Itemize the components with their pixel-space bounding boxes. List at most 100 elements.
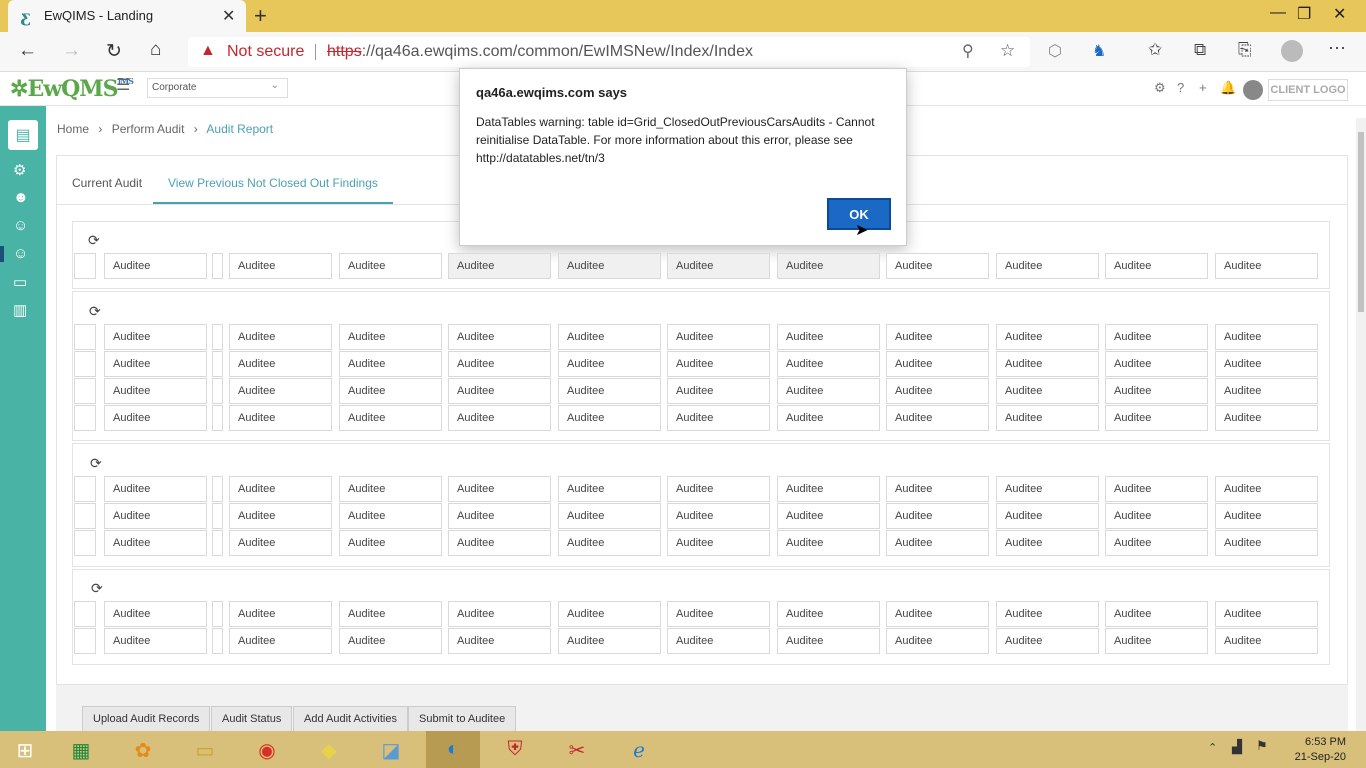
row-select-cell[interactable] [74, 530, 96, 556]
table-cell[interactable]: Auditee [558, 476, 661, 502]
forward-icon[interactable]: → [62, 40, 81, 62]
table-cell[interactable]: Auditee [777, 378, 880, 404]
upload-audit-records-button[interactable]: Upload Audit Records [82, 706, 211, 731]
table-cell[interactable]: Auditee [339, 378, 442, 404]
table-cell[interactable]: Auditee [777, 476, 880, 502]
sticky-notes-icon[interactable]: ◆ [304, 733, 354, 766]
table-cell[interactable]: Auditee [1215, 324, 1318, 350]
table-cell[interactable]: Auditee [777, 405, 880, 431]
table-cell[interactable]: Auditee [1105, 351, 1208, 377]
table-cell[interactable]: Auditee [1215, 530, 1318, 556]
settings-gear-icon[interactable]: ⚙ [1154, 80, 1166, 96]
internet-explorer-icon[interactable]: ℯ [614, 733, 664, 766]
table-cell[interactable]: Auditee [558, 503, 661, 529]
table-cell[interactable]: Auditee [558, 324, 661, 350]
table-cell[interactable]: Auditee [448, 476, 551, 502]
url-text[interactable]: https://qa46a.ewqims.com/common/EwIMSNew… [327, 43, 753, 61]
page-scrollbar[interactable] [1356, 118, 1366, 731]
action-center-flag-icon[interactable]: ⚑ [1256, 738, 1268, 754]
table-cell[interactable]: Auditee [448, 253, 551, 279]
table-cell[interactable]: Auditee [1215, 476, 1318, 502]
table-cell[interactable]: Auditee [667, 378, 770, 404]
table-cell[interactable]: Auditee [448, 324, 551, 350]
antivirus-shield-icon[interactable]: ⛨ [490, 733, 540, 766]
help-icon[interactable]: ? [1177, 80, 1184, 95]
submit-to-auditee-button[interactable]: Submit to Auditee [408, 706, 517, 731]
table-cell[interactable]: Auditee [339, 601, 442, 627]
row-select-cell[interactable] [74, 503, 96, 529]
table-cell[interactable]: Auditee [558, 628, 661, 654]
table-cell[interactable]: Auditee [667, 324, 770, 350]
table-cell[interactable]: Auditee [339, 405, 442, 431]
table-cell[interactable]: Auditee [886, 530, 989, 556]
restore-button[interactable]: ❐ [1297, 4, 1311, 24]
table-cell[interactable]: Auditee [229, 378, 332, 404]
row-select-cell[interactable] [74, 628, 96, 654]
table-cell[interactable]: Auditee [1105, 405, 1208, 431]
table-cell[interactable]: Auditee [558, 601, 661, 627]
table-cell[interactable]: Auditee [667, 405, 770, 431]
row-select-cell[interactable] [74, 351, 96, 377]
notification-bell-icon[interactable]: 🔔 [1220, 80, 1236, 96]
table-cell[interactable]: Auditee [777, 628, 880, 654]
table-cell[interactable]: Auditee [229, 351, 332, 377]
snipping-tool-icon[interactable]: ✂ [552, 733, 602, 766]
table-cell[interactable]: Auditee [996, 405, 1099, 431]
table-cell[interactable]: Auditee [448, 351, 551, 377]
grid-refresh-icon[interactable]: ⟳ [88, 232, 100, 249]
zoom-icon[interactable]: ⚲ [962, 41, 974, 61]
grid-refresh-icon[interactable]: ⟳ [89, 303, 101, 320]
warning-icon[interactable]: ▲ [200, 42, 216, 60]
table-cell[interactable]: Auditee [996, 601, 1099, 627]
table-cell[interactable]: Auditee [777, 351, 880, 377]
table-cell[interactable]: Auditee [104, 405, 207, 431]
tab-current-audit[interactable]: Current Audit [72, 176, 142, 190]
table-cell[interactable]: Auditee [1105, 628, 1208, 654]
row-select-cell[interactable] [74, 405, 96, 431]
row-select-cell[interactable] [74, 378, 96, 404]
windows-start-icon[interactable]: ⊞ [0, 733, 50, 766]
sidebar-user-check-icon[interactable]: ☺ [13, 245, 28, 262]
table-cell[interactable]: Auditee [229, 601, 332, 627]
network-signal-icon[interactable]: ▟ [1232, 739, 1242, 755]
scrollbar-thumb[interactable] [1358, 132, 1364, 312]
profile-avatar[interactable] [1281, 40, 1303, 62]
table-cell[interactable]: Auditee [104, 503, 207, 529]
table-cell[interactable]: Auditee [339, 530, 442, 556]
table-cell[interactable]: Auditee [886, 628, 989, 654]
table-cell[interactable]: Auditee [886, 405, 989, 431]
table-cell[interactable]: Auditee [667, 351, 770, 377]
table-cell[interactable]: Auditee [448, 405, 551, 431]
grid-refresh-icon[interactable]: ⟳ [90, 455, 102, 472]
table-cell[interactable]: Auditee [1105, 378, 1208, 404]
collections-icon[interactable]: ⧉ [1194, 40, 1206, 60]
table-cell[interactable]: Auditee [1215, 351, 1318, 377]
table-cell[interactable]: Auditee [104, 628, 207, 654]
flower-app-icon[interactable]: ✿ [118, 733, 168, 766]
table-cell[interactable]: Auditee [777, 503, 880, 529]
row-select-cell[interactable] [74, 324, 96, 350]
tablet-app-icon[interactable]: ◪ [366, 733, 416, 766]
row-select-cell[interactable] [74, 476, 96, 502]
table-cell[interactable]: Auditee [104, 378, 207, 404]
table-cell[interactable]: Auditee [1105, 601, 1208, 627]
table-cell[interactable]: Auditee [996, 503, 1099, 529]
audit-status-button[interactable]: Audit Status [211, 706, 293, 731]
extension-office-icon[interactable]: ⬡ [1048, 41, 1062, 61]
table-cell[interactable]: Auditee [229, 628, 332, 654]
table-cell[interactable]: Auditee [339, 503, 442, 529]
home-icon[interactable]: ⌂ [150, 39, 161, 61]
table-cell[interactable]: Auditee [339, 476, 442, 502]
not-secure-label[interactable]: Not secure [227, 43, 304, 61]
table-cell[interactable]: Auditee [558, 351, 661, 377]
add-icon[interactable]: + [1199, 80, 1207, 95]
table-cell[interactable]: Auditee [667, 253, 770, 279]
table-cell[interactable]: Auditee [1215, 628, 1318, 654]
table-cell[interactable]: Auditee [558, 405, 661, 431]
sidebar-settings-icon[interactable]: ⚙ [13, 161, 26, 179]
back-icon[interactable]: ← [18, 40, 37, 62]
table-cell[interactable]: Auditee [448, 530, 551, 556]
sidebar-user-settings-icon[interactable]: ☺ [13, 217, 28, 234]
table-cell[interactable]: Auditee [339, 253, 442, 279]
table-cell[interactable]: Auditee [667, 503, 770, 529]
